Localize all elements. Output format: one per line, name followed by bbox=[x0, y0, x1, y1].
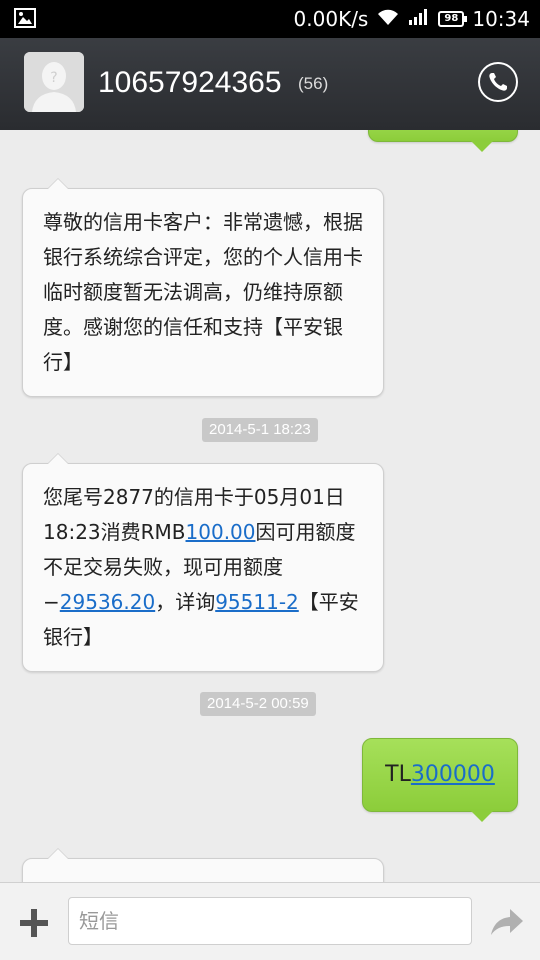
incoming-message[interactable]: 您尾号2877的信用卡于05月01日18:23消费RMB100.00因可用额度不… bbox=[22, 453, 384, 672]
outgoing-message-partial[interactable] bbox=[368, 130, 518, 152]
amount-link[interactable]: 100.00 bbox=[186, 520, 256, 544]
number-link[interactable]: 300000 bbox=[411, 762, 495, 787]
message-count: (56) bbox=[298, 74, 329, 93]
battery-icon: 98 bbox=[438, 11, 468, 27]
svg-text:?: ? bbox=[50, 70, 57, 86]
message-text: TL bbox=[385, 762, 411, 787]
network-speed: 0.00K/s bbox=[293, 7, 369, 31]
timestamp: 2014-5-2 00:59 bbox=[200, 692, 316, 716]
status-bar: 0.00K/s 98 10:34 bbox=[0, 0, 540, 38]
call-button[interactable] bbox=[478, 62, 518, 102]
message-list[interactable]: 尊敬的信用卡客户：非常遗憾，根据银行系统综合评定，您的个人信用卡临时额度暂无法调… bbox=[0, 130, 540, 882]
default-avatar-icon: ? bbox=[24, 52, 84, 112]
outgoing-message[interactable]: TL300000 bbox=[362, 738, 518, 822]
message-text: 尊敬的信用卡客户：非常遗憾，根据银行系统综合评定，您的个人信用卡临时额度暂无法调… bbox=[43, 210, 363, 374]
conversation-header: ? 10657924365 (56) bbox=[0, 38, 540, 130]
timestamp: 2014-5-1 18:23 bbox=[202, 418, 318, 442]
phone-link[interactable]: 95511-2 bbox=[215, 590, 299, 614]
signal-icon bbox=[408, 7, 430, 31]
gallery-notification-icon bbox=[14, 8, 36, 32]
clock: 10:34 bbox=[472, 7, 530, 31]
phone-icon bbox=[489, 73, 507, 91]
composer-bar bbox=[0, 882, 540, 960]
send-arrow-icon bbox=[491, 909, 523, 935]
wifi-icon bbox=[376, 7, 400, 31]
plus-icon bbox=[20, 909, 48, 937]
message-text: ，详询 bbox=[155, 590, 216, 614]
sms-input[interactable] bbox=[68, 897, 472, 945]
contact-number: 10657924365 bbox=[98, 66, 282, 99]
incoming-message[interactable]: 尊敬的信用卡客户：非常遗憾，根据银行系统综合评定，您的个人信用卡临时额度暂无法调… bbox=[22, 178, 384, 397]
send-button[interactable] bbox=[490, 907, 524, 937]
balance-link[interactable]: 29536.20 bbox=[60, 590, 155, 614]
incoming-message-partial[interactable] bbox=[22, 848, 384, 882]
contact-avatar[interactable]: ? bbox=[24, 52, 84, 112]
attach-button[interactable] bbox=[18, 907, 50, 939]
